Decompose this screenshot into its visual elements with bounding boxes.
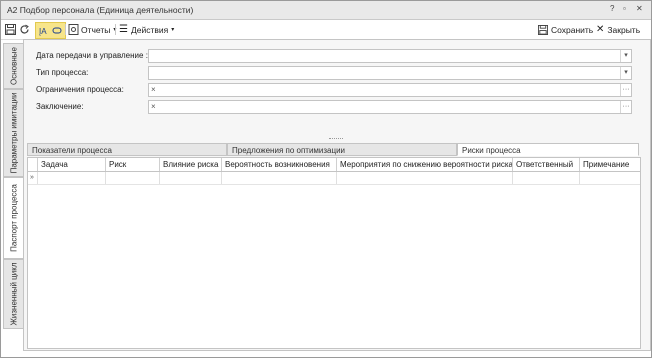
window-title: A2 Подбор персонала (Единица деятельност… (7, 5, 194, 15)
field-label: Дата передачи в управление : (36, 51, 148, 60)
tab-lifecycle-label: Жизненный цикл (9, 262, 18, 326)
close-window-button[interactable]: ✕ (636, 4, 643, 13)
app-window: A2 Подбор персонала (Единица деятельност… (0, 0, 652, 358)
column-header[interactable]: Вероятность возникновения (221, 158, 336, 171)
tab-main[interactable]: Основные (3, 43, 24, 89)
reports-label: Отчеты (81, 24, 111, 35)
grid-header: Задача Риск Влияние риска Вероятность во… (28, 158, 640, 172)
floppy-disk-icon (5, 24, 16, 35)
table-cell[interactable] (336, 172, 513, 184)
bottom-tab-strip: Показатели процесса Предложения по оптим… (27, 143, 639, 157)
column-header[interactable]: Влияние риска (159, 158, 221, 171)
tab-label: Показатели процесса (32, 146, 112, 155)
process-constraints-field[interactable]: × ··· (148, 83, 632, 97)
dropdown-arrow-icon[interactable]: ▾ (620, 50, 631, 62)
column-header[interactable]: Риск (105, 158, 159, 171)
restore-button[interactable]: ▫ (623, 4, 626, 13)
caret-down-icon: ▾ (171, 27, 175, 33)
tab-passport-label: Паспорт процесса (9, 184, 18, 252)
hamburger-icon: ☰ (119, 24, 128, 35)
field-label: Тип процесса: (36, 68, 89, 77)
close-button[interactable]: ✕ Закрыть (596, 23, 640, 36)
refresh-icon (20, 24, 29, 34)
tab-label: Риски процесса (462, 146, 521, 155)
floppy-disk-icon (538, 24, 548, 35)
close-icon: ✕ (596, 24, 605, 35)
highlight-toggle[interactable]: ĮA (35, 22, 66, 39)
row-indicator-header (28, 158, 37, 171)
table-cell[interactable] (37, 172, 106, 184)
toolbar-separator (115, 24, 116, 35)
tab-lifecycle[interactable]: Жизненный цикл (3, 259, 24, 329)
tab-label: Предложения по оптимизации (232, 146, 346, 155)
save-icon-button[interactable] (5, 23, 16, 36)
svg-text:ĮA: ĮA (39, 27, 47, 36)
table-cell[interactable] (512, 172, 580, 184)
report-icon (68, 24, 79, 35)
field-label: Ограничения процесса: (36, 85, 124, 94)
help-button[interactable]: ? (610, 4, 614, 13)
actions-label: Действия (130, 24, 169, 35)
tab-process-passport[interactable]: Паспорт процесса (3, 177, 24, 259)
toolbar: ĮA Отчеты ▾ ☰ Действия ▾ Сохранить ✕ Зак… (1, 20, 651, 40)
save-button[interactable]: Сохранить (538, 23, 593, 36)
process-type-field[interactable]: ▾ (148, 66, 632, 80)
splitter-handle[interactable] (329, 138, 343, 141)
column-header[interactable]: Мероприятия по снижению вероятности риск… (336, 158, 512, 171)
tab-process-risks[interactable]: Риски процесса (457, 143, 639, 156)
table-cell[interactable] (105, 172, 160, 184)
tab-simulation-label: Параметры имитации (9, 92, 18, 174)
clear-icon[interactable]: × (151, 101, 156, 113)
column-header[interactable]: Ответственный (512, 158, 579, 171)
table-cell[interactable] (159, 172, 222, 184)
title-bar: A2 Подбор персонала (Единица деятельност… (1, 1, 651, 20)
reports-menu[interactable]: Отчеты ▾ (68, 23, 116, 36)
tab-simulation-parameters[interactable]: Параметры имитации (3, 89, 24, 177)
toolbar-separator (65, 24, 66, 35)
dropdown-arrow-icon[interactable]: ▾ (620, 67, 631, 79)
field-label: Заключение: (36, 102, 84, 111)
tab-process-indicators[interactable]: Показатели процесса (27, 143, 227, 156)
table-cell[interactable] (221, 172, 337, 184)
tab-optimization-proposals[interactable]: Предложения по оптимизации (227, 143, 457, 156)
table-row[interactable]: » (28, 172, 640, 185)
transfer-date-field[interactable]: ▾ (148, 49, 632, 63)
column-header[interactable]: Задача (37, 158, 105, 171)
tab-main-label: Основные (9, 47, 18, 85)
process-passport-panel: Дата передачи в управление : ▾ Тип проце… (23, 39, 651, 351)
clear-icon[interactable]: × (151, 84, 156, 96)
row-indicator-icon: » (30, 174, 34, 181)
column-header[interactable]: Примечание (579, 158, 640, 171)
actions-menu[interactable]: ☰ Действия ▾ (119, 23, 174, 36)
close-label: Закрыть (607, 24, 641, 35)
save-label: Сохранить (551, 24, 594, 35)
ellipsis-icon[interactable]: ··· (620, 84, 631, 96)
conclusion-field[interactable]: × ··· (148, 100, 632, 114)
side-tab-strip: Основные Параметры имитации Паспорт проц… (3, 39, 24, 349)
ellipsis-icon[interactable]: ··· (620, 101, 631, 113)
text-highlight-icon: ĮA (39, 27, 62, 36)
risks-grid: Задача Риск Влияние риска Вероятность во… (27, 157, 641, 349)
table-cell[interactable] (579, 172, 641, 184)
refresh-button[interactable] (19, 23, 30, 36)
